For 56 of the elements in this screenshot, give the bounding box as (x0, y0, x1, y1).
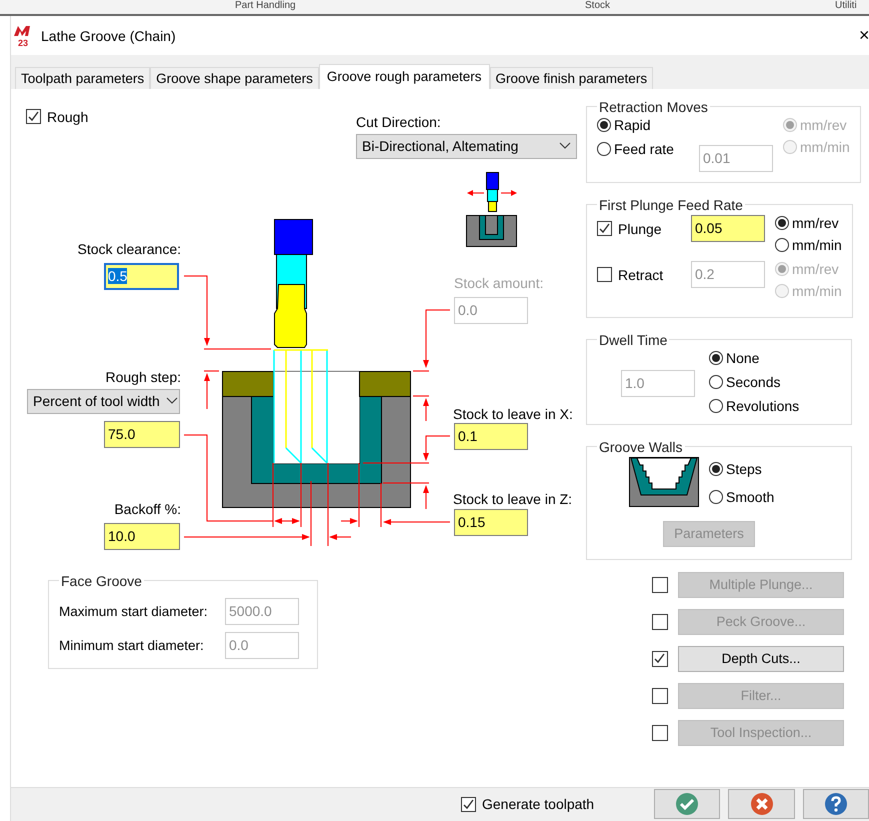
generate-toolpath-checkbox[interactable]: Generate toolpath (461, 796, 594, 812)
checkmark-icon (598, 222, 611, 236)
field-label: Stock clearance: (76, 240, 181, 257)
help-button[interactable] (802, 789, 869, 820)
radio-option[interactable]: Smooth (709, 488, 774, 505)
stock-clearance-field[interactable]: 0.5 (104, 262, 179, 290)
group-title: Face Groove (60, 572, 143, 589)
field-label: Backoff %: (113, 500, 181, 517)
option-button[interactable]: Depth Cuts... (678, 646, 844, 672)
radio-option[interactable]: Steps (709, 460, 774, 477)
caret-icon (559, 142, 571, 150)
stepped-groove-icon (629, 456, 699, 507)
field-label: Stock to leave in Z: (453, 490, 572, 507)
rough-step-dropdown[interactable]: Percent of tool width (27, 388, 180, 414)
tab[interactable]: Toolpath parameters (15, 66, 150, 89)
checkbox[interactable] (652, 650, 668, 667)
help-icon (824, 792, 848, 816)
backoff-field[interactable]: 10.0 (104, 522, 180, 550)
field-label: Minimum start diameter: (59, 638, 204, 653)
header-column-label: Utiliti (835, 0, 857, 12)
radio-option[interactable]: Feed rate (597, 140, 689, 157)
stock-to-leave-x-field[interactable]: 0.1 (454, 422, 528, 450)
feed-rate-field[interactable]: 0.05 (691, 214, 765, 242)
stock-to-leave-z-field[interactable]: 0.15 (454, 508, 528, 536)
unit-radio-option[interactable]: mm/min (775, 236, 842, 253)
header-column-label: Part Handling (235, 0, 296, 12)
field-label: Stock to leave in X: (453, 406, 573, 422)
caret-icon (166, 397, 178, 406)
group-title: Groove Walls (598, 438, 684, 455)
field-label: Maximum start diameter: (59, 604, 208, 619)
close-button[interactable]: × (859, 25, 869, 46)
tab[interactable]: Groove finish parameters (490, 66, 654, 89)
field-label: Rough step: (104, 368, 181, 385)
unit-radio-option[interactable]: mm/rev (775, 214, 842, 231)
radio-option[interactable]: Rapid (597, 116, 689, 133)
group-title: Retraction Moves (598, 98, 709, 115)
checkmark-icon (462, 798, 475, 811)
group-title: First Plunge Feed Rate (598, 196, 744, 213)
rough-checkbox[interactable]: Rough (26, 108, 88, 125)
tab[interactable]: Groove shape parameters (150, 66, 319, 89)
checkmark-icon (653, 652, 666, 665)
tab[interactable]: Groove rough parameters (318, 64, 490, 89)
cancel-button[interactable] (728, 789, 795, 820)
window-title: Lathe Groove (Chain) (41, 28, 176, 44)
group-title: Dwell Time (598, 332, 668, 348)
cancel-icon (750, 792, 774, 816)
checkbox[interactable]: Plunge (597, 220, 681, 237)
field-label: Stock amount: (454, 274, 544, 291)
ok-button[interactable] (654, 789, 720, 820)
checkmark-icon (27, 110, 40, 124)
rough-step-field[interactable]: 75.0 (104, 420, 180, 448)
field-label: Cut Direction: (356, 114, 441, 130)
cut-direction-dropdown[interactable]: Bi-Directional, Altemating (356, 134, 577, 159)
checkmark-icon (675, 792, 700, 816)
header-column-label: Stock (585, 0, 610, 12)
field-value-text: 0.5 (108, 268, 128, 284)
